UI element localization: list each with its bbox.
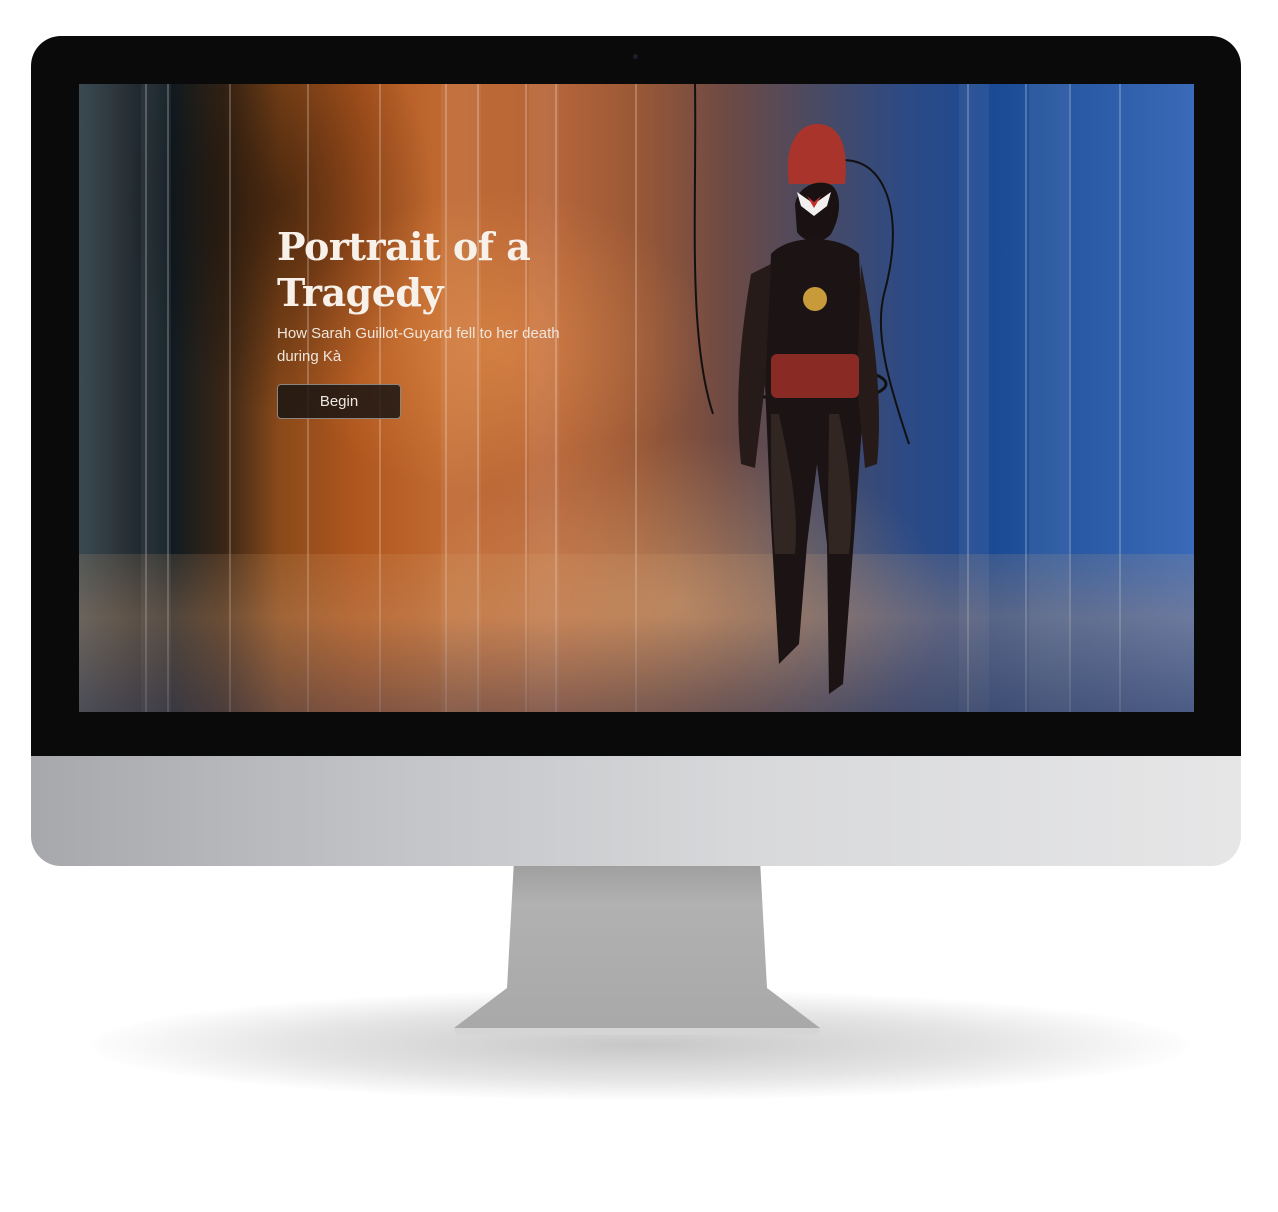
begin-button[interactable]: Begin xyxy=(277,384,401,419)
performer-figure-icon xyxy=(693,84,910,694)
monitor-chin xyxy=(31,740,1241,866)
stage-floor xyxy=(79,554,1194,712)
hero: Portrait of a Tragedy How Sarah Guillot-… xyxy=(277,224,617,368)
page-subtitle: How Sarah Guillot-Guyard fell to her dea… xyxy=(277,325,560,365)
monitor-stand-base xyxy=(454,1028,820,1035)
monitor-stand xyxy=(454,860,820,1028)
screen: Portrait of a Tragedy How Sarah Guillot-… xyxy=(79,84,1194,712)
camera-icon xyxy=(633,54,638,59)
page-title: Portrait of a Tragedy xyxy=(277,224,531,315)
